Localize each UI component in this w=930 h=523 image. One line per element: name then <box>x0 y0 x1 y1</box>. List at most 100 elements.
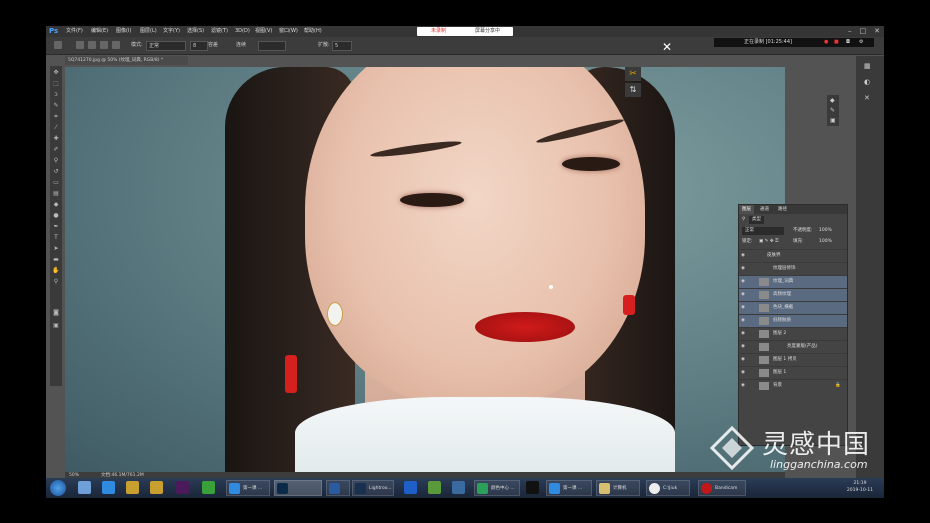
blur-tool-icon[interactable]: ◆ <box>52 201 60 208</box>
marquee-tool-icon[interactable]: ⬚ <box>52 80 60 87</box>
contiguous-label[interactable]: 连续 <box>236 41 246 50</box>
menu-file[interactable]: 文件(F) <box>66 26 83 37</box>
history-brush-tool-icon[interactable]: ↺ <box>52 168 60 175</box>
canvas-swap-icon[interactable]: ⇅ <box>625 83 641 97</box>
maximize-icon[interactable]: □ <box>860 26 867 37</box>
canvas-tool-overlay-icon[interactable]: ✂ <box>625 67 641 81</box>
sample-field[interactable] <box>258 41 286 51</box>
fill-value[interactable]: 100% <box>819 238 832 246</box>
crop-tool-icon[interactable]: ⌗ <box>52 113 60 120</box>
start-button[interactable] <box>50 480 66 496</box>
visibility-eye-icon[interactable]: ◉ <box>741 315 747 327</box>
app-icon-2[interactable] <box>150 481 163 494</box>
visibility-eye-icon[interactable]: ◉ <box>741 328 747 340</box>
path-select-tool-icon[interactable]: ➤ <box>52 245 60 252</box>
layer-row[interactable]: ◉ 纹理_词典 <box>739 275 847 288</box>
menu-select[interactable]: 选择(S) <box>187 26 204 37</box>
document-tab[interactable]: 5Q741270.jpg @ 50% (纹理_词典, RGB/8) * <box>65 56 188 65</box>
intersect-selection-icon[interactable] <box>112 41 120 49</box>
explorer-icon[interactable] <box>78 481 91 494</box>
zoom-tool-icon[interactable]: ⚲ <box>52 278 60 285</box>
taskbar-clock[interactable]: 21:19 2019-10-11 <box>840 480 880 494</box>
lasso-tool-icon[interactable]: ↄ <box>52 91 60 98</box>
eraser-tool-icon[interactable]: ▭ <box>52 179 60 186</box>
layer-row[interactable]: ◉ 皮肤界 <box>739 249 847 262</box>
record-icon[interactable]: ● <box>824 38 828 47</box>
tab-channels[interactable]: 通道 <box>757 205 772 214</box>
layer-row[interactable]: ◉ 高频纹理 <box>739 288 847 301</box>
gradient-tool-icon[interactable]: ▤ <box>52 190 60 197</box>
ie-icon[interactable] <box>102 481 115 494</box>
wechat-icon[interactable] <box>202 481 215 494</box>
layer-row[interactable]: ◉ 纹理层修饰 <box>739 262 847 275</box>
camera-icon[interactable]: ◘ <box>846 38 850 47</box>
tab-paths[interactable]: 路径 <box>775 205 790 214</box>
recording-left-label[interactable]: 未录制 <box>431 27 446 36</box>
opacity-value[interactable]: 100% <box>819 227 832 235</box>
taskbar-button[interactable]: 第一课 ... <box>226 480 270 496</box>
shape-tool-icon[interactable]: ▬ <box>52 256 60 263</box>
dock-icon-1[interactable]: ▦ <box>864 62 871 70</box>
healing-brush-tool-icon[interactable]: ✚ <box>52 135 60 142</box>
mode-select[interactable]: 正常 <box>146 41 186 51</box>
tool-preset-icon[interactable] <box>54 41 62 49</box>
spread-input[interactable]: 5 <box>332 41 352 51</box>
dock-icon-2[interactable]: ◐ <box>864 78 870 86</box>
mini-panel-icon-1[interactable]: ◆ <box>830 97 835 104</box>
move-tool-icon[interactable]: ✥ <box>52 69 60 76</box>
layer-row[interactable]: ◉ 图层 1 <box>739 366 847 379</box>
settings-icon[interactable]: ⚙ <box>859 38 863 47</box>
mini-panel-icon-2[interactable]: ✎ <box>830 107 835 114</box>
screen-mode-icon[interactable]: ▣ <box>52 322 60 329</box>
visibility-eye-icon[interactable]: ◉ <box>741 341 747 353</box>
quick-select-tool-icon[interactable]: ✎ <box>52 102 60 109</box>
taskbar-button[interactable]: 计算机 <box>596 480 640 496</box>
visibility-eye-icon[interactable]: ◉ <box>741 250 747 262</box>
taskbar-button[interactable] <box>326 480 350 496</box>
foreground-color-swatch[interactable] <box>52 292 60 299</box>
add-selection-icon[interactable] <box>88 41 96 49</box>
new-selection-icon[interactable] <box>76 41 84 49</box>
close-icon[interactable]: ✕ <box>874 26 880 37</box>
recording-close-icon[interactable]: ✕ <box>660 40 674 54</box>
taskbar-button[interactable]: 第一课 ... <box>546 480 592 496</box>
app-icon-4[interactable] <box>404 481 417 494</box>
clone-stamp-tool-icon[interactable]: ⚲ <box>52 157 60 164</box>
qq-icon[interactable] <box>526 481 539 494</box>
app-icon-6[interactable] <box>452 481 465 494</box>
visibility-eye-icon[interactable]: ◉ <box>741 367 747 379</box>
visibility-eye-icon[interactable]: ◉ <box>741 276 747 288</box>
pen-tool-icon[interactable]: ✒ <box>52 223 60 230</box>
quick-mask-icon[interactable]: ◙ <box>52 309 60 316</box>
mini-panel-icon-3[interactable]: ▣ <box>830 117 836 124</box>
layer-row[interactable]: ◉ 低频肤质 <box>739 314 847 327</box>
lock-icons[interactable]: ▣ ✎ ✥ ⚿ <box>759 238 779 246</box>
canvas[interactable]: ✂ ⇅ <box>65 67 785 472</box>
taskbar-button[interactable]: Lightroo... <box>352 480 394 496</box>
app-icon-5[interactable] <box>428 481 441 494</box>
opacity-input[interactable]: 8 <box>190 41 208 51</box>
recording-right-label[interactable]: 屏幕分享中 <box>475 27 500 36</box>
visibility-eye-icon[interactable]: ◉ <box>741 380 747 392</box>
dock-icon-3[interactable]: ✕ <box>864 94 870 102</box>
layer-row[interactable]: ◉ 背景 🔒 <box>739 379 847 392</box>
menu-type[interactable]: 文字(Y) <box>163 26 180 37</box>
dodge-tool-icon[interactable]: ● <box>52 212 60 219</box>
premiere-icon[interactable] <box>176 481 189 494</box>
stop-icon[interactable]: ■ <box>834 38 839 47</box>
app-icon-1[interactable] <box>126 481 139 494</box>
menu-image[interactable]: 图像(I) <box>116 26 131 37</box>
taskbar-button[interactable]: Bandicam <box>698 480 746 496</box>
tab-layers[interactable]: 图层 <box>739 205 754 214</box>
layer-row[interactable]: ◉ 图层 2 <box>739 327 847 340</box>
brush-tool-icon[interactable]: ✐ <box>52 146 60 153</box>
visibility-eye-icon[interactable]: ◉ <box>741 354 747 366</box>
menu-edit[interactable]: 编辑(E) <box>91 26 108 37</box>
eyedropper-tool-icon[interactable]: ⁄ <box>52 124 60 131</box>
menu-layer[interactable]: 图层(L) <box>140 26 157 37</box>
menu-filter[interactable]: 滤镜(T) <box>211 26 228 37</box>
blend-mode-select[interactable]: 正常 <box>742 227 784 235</box>
visibility-eye-icon[interactable]: ◉ <box>741 289 747 301</box>
menu-help[interactable]: 帮助(H) <box>304 26 322 37</box>
layer-row[interactable]: ◉ 色块_横截 <box>739 301 847 314</box>
